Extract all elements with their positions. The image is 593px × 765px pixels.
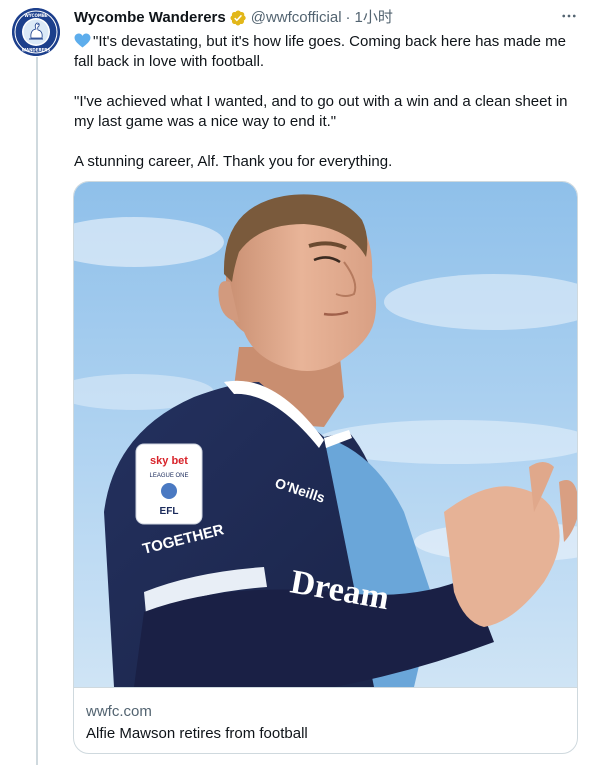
tweet-paragraph-1: "It's devastating, but it's how life goe… — [74, 32, 574, 72]
card-domain: wwfc.com — [86, 703, 152, 720]
card-title: Alfie Mawson retires from football — [86, 725, 308, 742]
card-footer[interactable]: wwfc.com Alfie Mawson retires from footb… — [74, 687, 577, 753]
badge-efl-text: EFL — [160, 506, 179, 517]
thread-line — [36, 57, 38, 765]
separator-dot: · — [345, 9, 351, 26]
player-photo: sky bet LEAGUE ONE EFL TOGETHER O'Neills… — [74, 182, 577, 687]
display-name[interactable]: Wycombe Wanderers — [74, 8, 226, 28]
link-card[interactable]: sky bet LEAGUE ONE EFL TOGETHER O'Neills… — [73, 181, 578, 754]
tweet-text: "It's devastating, but it's how life goe… — [74, 32, 574, 172]
tweet-paragraph-2: "I've achieved what I wanted, and to go … — [74, 93, 568, 130]
badge-top-text: sky bet — [150, 455, 188, 467]
blue-heart-icon — [74, 33, 91, 48]
avatar-text-bottom: WANDERERS — [22, 48, 51, 53]
club-crest-icon: WYCOMBE WANDERERS — [12, 8, 60, 56]
more-horizontal-icon — [562, 14, 576, 18]
tweet-paragraph-1-text: "It's devastating, but it's how life goe… — [74, 33, 566, 70]
verified-badge-icon[interactable] — [229, 9, 247, 27]
more-button[interactable] — [559, 6, 579, 26]
handle[interactable]: @wwfcofficial — [251, 8, 342, 28]
card-image[interactable]: sky bet LEAGUE ONE EFL TOGETHER O'Neills… — [74, 182, 577, 687]
avatar[interactable]: WYCOMBE WANDERERS — [12, 8, 60, 56]
tweet-header: Wycombe Wanderers @wwfcofficial · 1小时 — [74, 8, 579, 28]
avatar-text-top: WYCOMBE — [24, 13, 48, 18]
timestamp[interactable]: 1小时 — [355, 8, 393, 28]
tweet-paragraph-3: A stunning career, Alf. Thank you for ev… — [74, 153, 393, 170]
tweet[interactable]: WYCOMBE WANDERERS Wycombe Wanderers @wwf… — [0, 0, 593, 765]
badge-league-text: LEAGUE ONE — [149, 473, 188, 479]
tweet-content: Wycombe Wanderers @wwfcofficial · 1小时 "I… — [74, 0, 579, 172]
